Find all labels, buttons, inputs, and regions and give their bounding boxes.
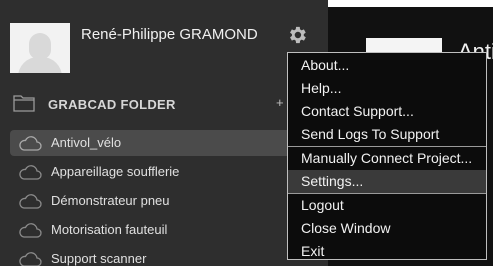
folder-item[interactable]: Support scanner	[10, 246, 300, 266]
projects-panel: René-Philippe GRAMOND GRABCAD FOLDER + A…	[0, 0, 328, 266]
cloud-icon	[19, 136, 42, 151]
folder-item[interactable]: Appareillage soufflerie	[10, 159, 300, 185]
cloud-icon	[19, 194, 42, 209]
gear-icon[interactable]	[286, 24, 308, 46]
cloud-icon	[19, 223, 42, 238]
folder-item-label: Motorisation fauteuil	[51, 222, 168, 237]
folder-list: Antivol_vélo Appareillage soufflerie Dém…	[10, 130, 300, 266]
menu-item-about[interactable]: About...	[288, 54, 486, 77]
menu-item-manually-connect-project[interactable]: Manually Connect Project...	[288, 147, 486, 170]
cloud-icon	[19, 165, 42, 180]
menu-item-close-window[interactable]: Close Window	[288, 217, 486, 240]
folder-header-title: GRABCAD FOLDER	[48, 97, 176, 112]
user-name: René-Philippe GRAMOND	[81, 26, 258, 43]
menu-item-settings[interactable]: Settings...	[288, 170, 486, 193]
folder-item-label: Antivol_vélo	[51, 135, 122, 150]
avatar-body-shape	[18, 57, 62, 73]
folder-item-label: Support scanner	[51, 251, 147, 266]
settings-context-menu: About... Help... Contact Support... Send…	[287, 52, 487, 260]
grabcad-folder-header: GRABCAD FOLDER +	[10, 94, 290, 114]
add-folder-button[interactable]: +	[276, 95, 284, 110]
menu-item-logout[interactable]: Logout	[288, 194, 486, 217]
menu-item-exit[interactable]: Exit	[288, 240, 486, 263]
avatar-head-shape	[29, 33, 51, 59]
user-avatar	[10, 23, 70, 73]
folder-icon	[13, 95, 35, 112]
folder-item[interactable]: Motorisation fauteuil	[10, 217, 300, 243]
folder-item[interactable]: Antivol_vélo	[10, 130, 300, 156]
folder-item-label: Démonstrateur pneu	[51, 193, 170, 208]
menu-item-send-logs[interactable]: Send Logs To Support	[288, 123, 486, 146]
folder-item-label: Appareillage soufflerie	[51, 164, 180, 179]
folder-item[interactable]: Démonstrateur pneu	[10, 188, 300, 214]
cloud-icon	[19, 252, 42, 266]
gear-icon-graphic	[290, 26, 306, 44]
menu-item-help[interactable]: Help...	[288, 77, 486, 100]
menu-item-contact-support[interactable]: Contact Support...	[288, 100, 486, 123]
